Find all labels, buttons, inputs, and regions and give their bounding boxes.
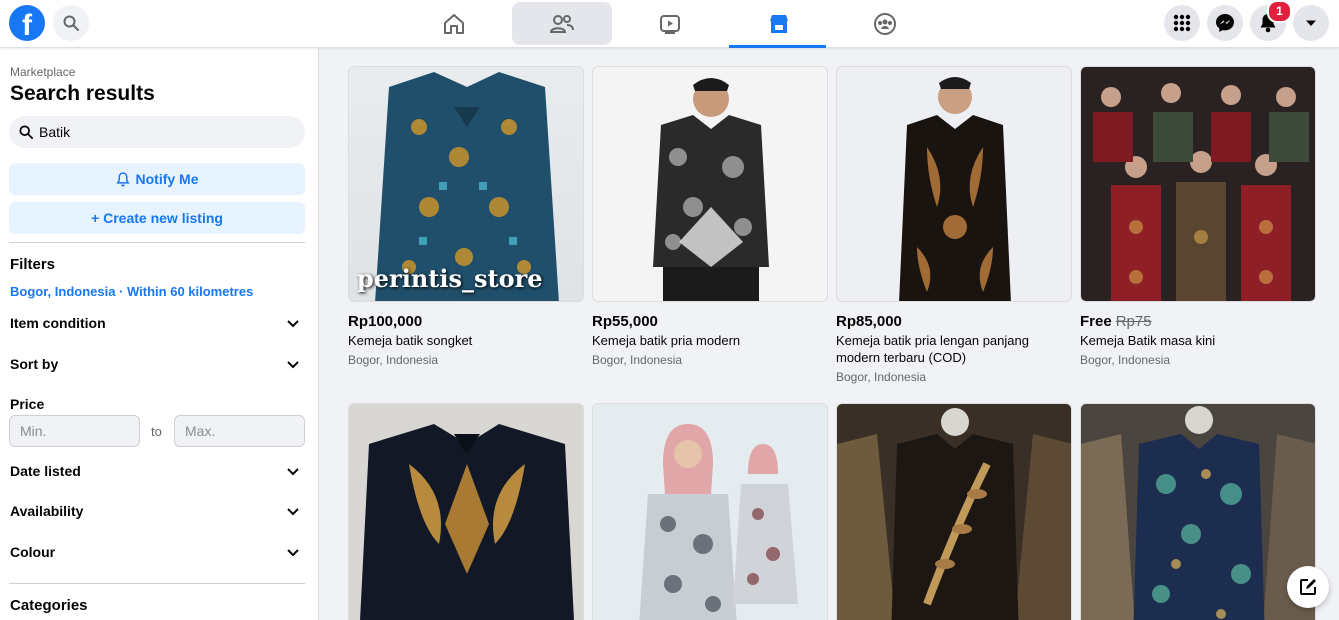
listing-photo[interactable]	[592, 66, 828, 302]
filter-label: Date listed	[10, 463, 81, 479]
listing-photo[interactable]	[1080, 66, 1316, 302]
search-input[interactable]	[39, 124, 279, 140]
price-to-label: to	[151, 424, 162, 439]
listing-card[interactable]: Free Rp75 Kemeja Batik masa kini Bogor, I…	[1080, 66, 1316, 367]
chevron-down-icon	[287, 361, 299, 369]
shirt-image	[837, 408, 1071, 620]
seller-watermark: perintis_store	[357, 264, 543, 293]
price-label: Price	[10, 396, 45, 412]
notify-me-label: Notify Me	[135, 171, 199, 187]
listing-photo[interactable]	[348, 403, 584, 620]
filters-heading: Filters	[10, 256, 56, 273]
listing-location: Bogor, Indonesia	[836, 370, 927, 384]
listing-card[interactable]	[836, 403, 1072, 620]
new-message-button[interactable]	[1287, 566, 1329, 608]
search-button[interactable]	[53, 5, 89, 41]
menu-button[interactable]	[1164, 5, 1200, 41]
notification-count-badge: 1	[1267, 0, 1292, 23]
shirt-image	[360, 424, 574, 620]
search-icon	[19, 125, 33, 139]
listing-card[interactable]	[592, 403, 828, 620]
filter-date-listed[interactable]: Date listed	[10, 460, 300, 482]
groups-icon	[874, 13, 896, 35]
filter-item-condition[interactable]: Item condition	[10, 312, 300, 334]
create-listing-label: + Create new listing	[91, 210, 223, 226]
filter-sort-by[interactable]: Sort by	[10, 353, 300, 375]
listing-title: Kemeja batik pria modern	[592, 333, 741, 348]
tab-friends[interactable]	[512, 0, 612, 48]
chevron-down-icon	[287, 320, 299, 328]
breadcrumb[interactable]: Marketplace	[10, 65, 75, 79]
top-navigation-bar: f 1	[0, 0, 1339, 48]
friends-icon	[549, 15, 574, 33]
listing-title: Kemeja batik songket	[348, 333, 473, 348]
listing-photo[interactable]	[836, 403, 1072, 620]
tab-home[interactable]	[404, 0, 504, 48]
listing-photo[interactable]: perintis_store	[348, 66, 584, 302]
chevron-down-icon	[287, 508, 299, 516]
shirt-image	[1081, 406, 1315, 620]
marketplace-icon	[770, 15, 788, 33]
filter-label: Colour	[10, 544, 56, 560]
dress-image	[639, 424, 798, 620]
shirt-image	[899, 77, 1011, 301]
create-listing-button[interactable]: + Create new listing	[9, 202, 305, 234]
tab-groups[interactable]	[835, 0, 935, 48]
search-icon	[63, 15, 79, 31]
chevron-down-icon	[287, 468, 299, 476]
notify-me-button[interactable]: Notify Me	[9, 163, 305, 195]
listing-card[interactable]: Rp55,000 Kemeja batik pria modern Bogor,…	[592, 66, 828, 367]
account-menu-button[interactable]	[1293, 5, 1329, 41]
categories-heading: Categories	[10, 597, 88, 614]
messenger-icon	[1216, 14, 1234, 32]
listing-photo[interactable]	[1080, 403, 1316, 620]
divider	[9, 242, 305, 243]
listing-card[interactable]: Rp85,000 Kemeja batik pria lengan panjan…	[836, 66, 1072, 384]
listing-photo[interactable]	[592, 403, 828, 620]
listing-card[interactable]	[348, 403, 584, 620]
listing-price: Rp85,000	[836, 313, 902, 330]
caret-down-icon	[1306, 20, 1316, 26]
bell-outline-icon	[115, 171, 130, 186]
listing-price: Rp100,000	[348, 313, 423, 330]
location-filter-link[interactable]: Bogor, Indonesia · Within 60 kilometres	[10, 284, 253, 299]
listing-card[interactable]: perintis_store Rp100,000 Kemeja batik so…	[348, 66, 584, 367]
listing-location: Bogor, Indonesia	[348, 353, 439, 367]
listing-price: Rp55,000	[592, 313, 658, 330]
filter-label: Availability	[10, 503, 84, 519]
divider	[9, 583, 305, 584]
listing-location: Bogor, Indonesia	[1080, 353, 1171, 367]
facebook-logo-icon[interactable]: f	[9, 5, 45, 41]
listing-title: Kemeja batik pria lengan panjang modern …	[836, 333, 1029, 365]
listing-title: Kemeja Batik masa kini	[1080, 333, 1216, 348]
tab-watch[interactable]	[620, 0, 720, 48]
page-title: Search results	[10, 82, 155, 105]
filter-label: Item condition	[10, 315, 106, 331]
price-min-input[interactable]	[9, 415, 140, 447]
filter-label: Sort by	[10, 356, 59, 372]
compose-icon	[1300, 579, 1316, 595]
shirt-image	[1093, 83, 1309, 301]
marketplace-sidebar: Marketplace Search results Notify Me + C…	[0, 48, 319, 620]
filter-availability[interactable]: Availability	[10, 500, 300, 522]
tab-marketplace[interactable]	[729, 0, 829, 48]
listing-photo[interactable]	[836, 66, 1072, 302]
home-icon	[444, 14, 464, 34]
marketplace-search[interactable]	[9, 116, 305, 148]
grid-menu-icon	[1173, 14, 1191, 32]
notifications-button[interactable]: 1	[1250, 0, 1292, 41]
price-max-input[interactable]	[174, 415, 305, 447]
shirt-image	[653, 78, 769, 301]
listing-location: Bogor, Indonesia	[592, 353, 683, 367]
listing-price: Free Rp75	[1080, 313, 1152, 330]
chevron-down-icon	[287, 549, 299, 557]
messenger-button[interactable]	[1207, 5, 1243, 41]
listing-card[interactable]	[1080, 403, 1316, 620]
video-icon	[660, 15, 680, 34]
filter-colour[interactable]: Colour	[10, 541, 300, 563]
